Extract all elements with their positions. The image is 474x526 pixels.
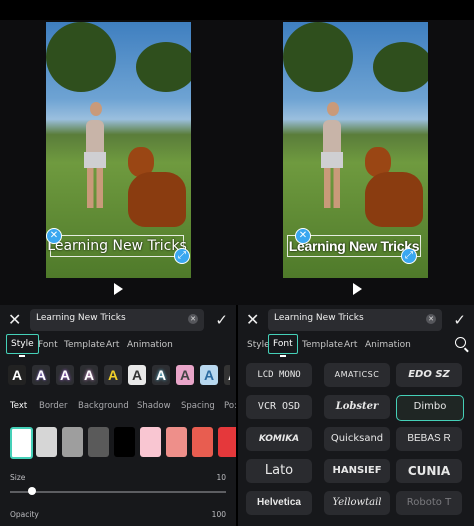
delete-handle-icon[interactable]: ✕ xyxy=(295,228,311,244)
subtab-border[interactable]: Border xyxy=(39,401,68,411)
color-swatch[interactable] xyxy=(62,427,83,457)
video-frame: Learning New Tricks ✕ ⤢ xyxy=(283,22,428,278)
color-swatch[interactable] xyxy=(192,427,213,457)
text-input-value: Learning New Tricks xyxy=(36,313,126,323)
video-preview-left: Learning New Tricks ✕ ⤢ xyxy=(0,20,237,304)
style-preset[interactable]: A xyxy=(80,365,98,385)
text-input-value: Learning New Tricks xyxy=(274,313,364,323)
confirm-icon[interactable]: ✓ xyxy=(453,309,466,331)
tab-font[interactable]: Font xyxy=(268,334,298,357)
font-option[interactable]: BEBAS R xyxy=(396,427,462,451)
color-swatch[interactable] xyxy=(218,427,236,457)
size-value: 10 xyxy=(216,473,226,482)
text-font-panel: ✕ Learning New Tricks ✕ ✓ Style Font Tem… xyxy=(238,305,474,526)
text-input[interactable]: Learning New Tricks ✕ xyxy=(30,309,204,331)
play-icon[interactable] xyxy=(114,283,123,295)
clear-icon[interactable]: ✕ xyxy=(426,314,436,324)
resize-handle-icon[interactable]: ⤢ xyxy=(401,248,417,264)
subtab-text[interactable]: Text xyxy=(10,401,27,411)
subtab-background[interactable]: Background xyxy=(78,401,129,411)
font-option[interactable]: KOMIKA xyxy=(246,427,312,451)
color-swatch[interactable] xyxy=(114,427,135,457)
clear-icon[interactable]: ✕ xyxy=(188,314,198,324)
caption-overlay[interactable]: Learning New Tricks xyxy=(47,235,187,257)
color-swatch[interactable] xyxy=(88,427,109,457)
size-slider[interactable] xyxy=(10,491,226,493)
color-swatch[interactable] xyxy=(10,427,33,459)
opacity-label: Opacity xyxy=(10,510,39,519)
style-preset[interactable]: A xyxy=(200,365,218,385)
style-preset[interactable]: A xyxy=(56,365,74,385)
font-option[interactable]: Quicksand xyxy=(324,427,390,451)
style-preset[interactable]: A xyxy=(32,365,50,385)
style-preset[interactable]: A xyxy=(104,365,122,385)
tab-animation[interactable]: Animation xyxy=(365,337,411,353)
style-preset[interactable]: A xyxy=(8,365,26,385)
font-option[interactable]: HANSIEF xyxy=(324,459,390,483)
subtab-shadow[interactable]: Shadow xyxy=(137,401,171,411)
font-option[interactable]: VCR OSD xyxy=(246,395,312,419)
tab-animation[interactable]: Animation xyxy=(127,337,173,353)
tab-art[interactable]: Art xyxy=(344,337,357,353)
caption-text: Learning New Tricks xyxy=(47,238,187,254)
color-swatch[interactable] xyxy=(166,427,187,457)
tab-template[interactable]: Template xyxy=(64,337,105,353)
size-slider-knob[interactable] xyxy=(28,487,36,495)
close-icon[interactable]: ✕ xyxy=(246,310,259,330)
size-label: Size xyxy=(10,473,26,482)
font-option[interactable]: LCD MONO xyxy=(246,363,312,387)
video-frame: Learning New Tricks ✕ ⤢ xyxy=(46,22,191,278)
style-preset[interactable]: A xyxy=(224,365,230,385)
resize-handle-icon[interactable]: ⤢ xyxy=(174,248,190,264)
subtab-spacing[interactable]: Spacing xyxy=(181,401,215,411)
font-option[interactable]: Roboto T xyxy=(396,491,462,515)
subtab-bar: Text Border Background Shadow Spacing Po… xyxy=(10,401,236,415)
style-presets: A A A A A A A A A A xyxy=(8,365,230,387)
font-option[interactable]: Lobster xyxy=(324,395,390,419)
tab-font[interactable]: Font xyxy=(38,337,58,353)
font-option[interactable]: CUNIA xyxy=(396,459,462,483)
play-icon[interactable] xyxy=(353,283,362,295)
style-preset[interactable]: A xyxy=(152,365,170,385)
confirm-icon[interactable]: ✓ xyxy=(215,309,228,331)
search-icon[interactable] xyxy=(455,337,466,348)
close-icon[interactable]: ✕ xyxy=(8,310,21,330)
font-option[interactable]: AMATICSC xyxy=(324,363,390,387)
tab-art[interactable]: Art xyxy=(106,337,119,353)
font-option[interactable]: Helvetica xyxy=(246,491,312,515)
delete-handle-icon[interactable]: ✕ xyxy=(46,228,62,244)
status-bar xyxy=(0,0,474,20)
tab-template[interactable]: Template xyxy=(302,337,343,353)
text-input[interactable]: Learning New Tricks ✕ xyxy=(268,309,442,331)
font-option[interactable]: Lato xyxy=(246,459,312,483)
font-option[interactable]: Yellowtail xyxy=(324,491,390,515)
opacity-value: 100 xyxy=(211,510,226,519)
color-swatch[interactable] xyxy=(36,427,57,457)
text-style-panel: ✕ Learning New Tricks ✕ ✓ Style Font Tem… xyxy=(0,305,236,526)
video-preview-right: Learning New Tricks ✕ ⤢ xyxy=(237,20,474,304)
tab-style[interactable]: Style xyxy=(247,337,270,353)
tab-bar: Style Font Template Art Animation xyxy=(238,333,474,357)
font-option-selected[interactable]: Dimbo xyxy=(396,395,464,421)
font-option[interactable]: EDO SZ xyxy=(396,363,462,387)
tab-style[interactable]: Style xyxy=(6,334,39,357)
style-preset[interactable]: A xyxy=(176,365,194,385)
color-swatch[interactable] xyxy=(140,427,161,457)
tab-bar: Style Font Template Art Animation xyxy=(0,333,236,357)
style-preset[interactable]: A xyxy=(128,365,146,385)
color-swatches xyxy=(10,427,236,459)
subtab-position[interactable]: Po: xyxy=(224,401,236,411)
